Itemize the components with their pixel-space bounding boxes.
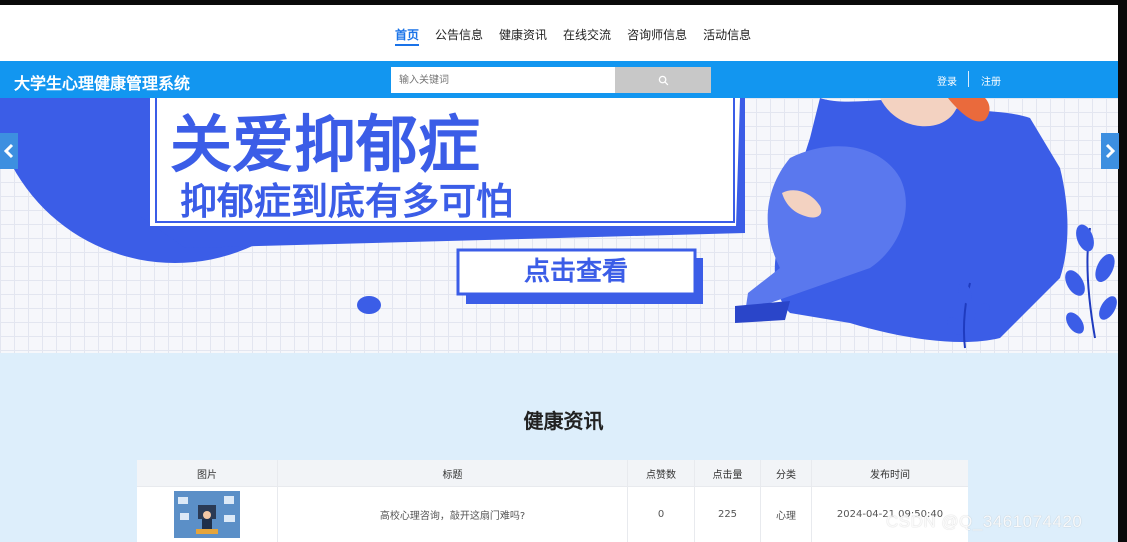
nav-item-health-news[interactable]: 健康资讯 xyxy=(491,26,555,54)
column-header-category: 分类 xyxy=(761,460,812,486)
window-right-edge xyxy=(1118,5,1127,542)
search-icon xyxy=(658,75,668,85)
banner-button-label: 点击查看 xyxy=(524,256,628,287)
carousel-prev-button[interactable] xyxy=(0,133,18,169)
banner-dot xyxy=(357,296,381,314)
column-header-clicks: 点击量 xyxy=(695,460,761,486)
row-clicks: 225 xyxy=(695,487,761,542)
row-likes: 0 xyxy=(628,487,695,542)
column-header-time: 发布时间 xyxy=(870,469,910,481)
chevron-left-icon xyxy=(4,143,14,159)
column-header-title: 标题 xyxy=(278,460,628,486)
chevron-right-icon xyxy=(1105,143,1115,159)
column-header-likes: 点赞数 xyxy=(628,460,695,486)
header-bar: 大学生心理健康管理系统 登录 注册 xyxy=(0,61,1118,98)
carousel-next-button[interactable] xyxy=(1101,133,1119,169)
news-table: 图片 标题 点赞数 点击量 分类 发布时间 高校心理咨询，敲开这扇门难吗? 0 … xyxy=(137,460,968,542)
banner-subhead: 抑郁症到底有多可怕 xyxy=(180,180,513,223)
watermark: CSDN @Q_3461074420 xyxy=(886,512,1083,531)
top-nav: 首页 公告信息 健康资讯 在线交流 咨询师信息 活动信息 xyxy=(0,5,1118,61)
article-thumbnail[interactable] xyxy=(174,491,240,538)
table-header: 图片 标题 点赞数 点击量 分类 发布时间 xyxy=(137,460,968,486)
search-button[interactable] xyxy=(615,67,711,93)
search-input[interactable] xyxy=(391,67,615,93)
header-divider xyxy=(968,71,969,87)
login-link[interactable]: 登录 xyxy=(937,73,957,88)
nav-item-home[interactable]: 首页 xyxy=(387,26,427,54)
row-thumbnail-cell xyxy=(137,487,278,542)
nav-item-counselors[interactable]: 咨询师信息 xyxy=(619,26,695,54)
site-title: 大学生心理健康管理系统 xyxy=(14,76,191,93)
nav-item-notices[interactable]: 公告信息 xyxy=(427,26,491,54)
banner-person-shoe xyxy=(735,301,790,323)
column-header-image: 图片 xyxy=(137,460,278,486)
nav-item-activities[interactable]: 活动信息 xyxy=(695,26,759,54)
banner-headline: 关爱抑郁症 xyxy=(170,108,480,181)
section-title: 健康资讯 xyxy=(523,409,604,433)
carousel-banner[interactable]: 关爱抑郁症 抑郁症到底有多可怕 点击查看 xyxy=(0,98,1118,353)
register-link[interactable]: 注册 xyxy=(981,73,1001,88)
banner-illustration: 关爱抑郁症 抑郁症到底有多可怕 点击查看 xyxy=(0,98,1117,349)
nav-item-online-chat[interactable]: 在线交流 xyxy=(555,26,619,54)
row-category: 心理 xyxy=(761,487,812,542)
row-title[interactable]: 高校心理咨询，敲开这扇门难吗? xyxy=(278,487,628,542)
table-row[interactable]: 高校心理咨询，敲开这扇门难吗? 0 225 心理 2024-04-21 09:5… xyxy=(137,486,968,542)
nav-items: 首页 公告信息 健康资讯 在线交流 咨询师信息 活动信息 xyxy=(387,26,759,54)
